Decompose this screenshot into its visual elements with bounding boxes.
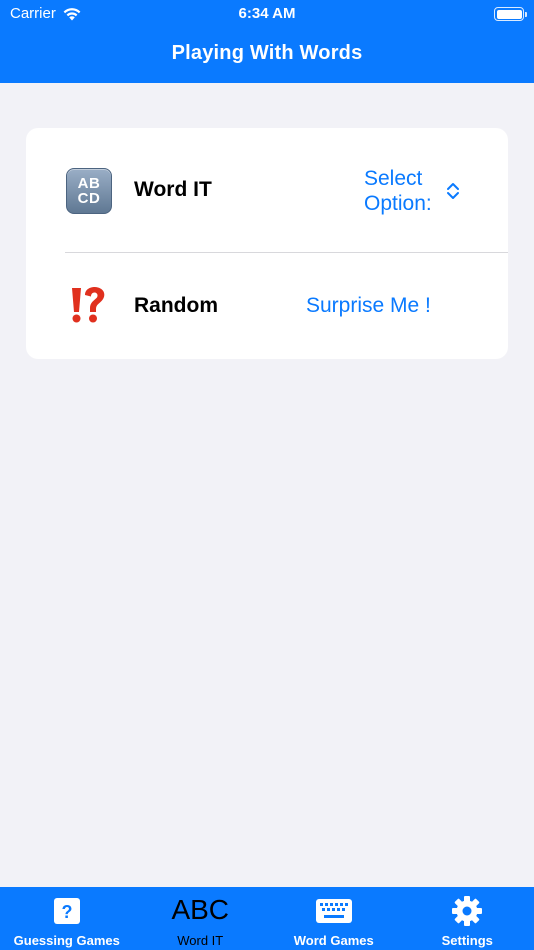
question-icon: ? — [53, 898, 80, 924]
abc-icon: ABC — [171, 894, 230, 925]
row-label-word-it: Word IT — [134, 178, 212, 201]
row-random: Random Surprise Me ! — [26, 253, 508, 359]
svg-text:?: ? — [61, 902, 72, 922]
page-title: Playing With Words — [171, 42, 363, 64]
abcd-icon: AB CD — [66, 168, 112, 214]
top-bar: Carrier 6:34 AM Playing With Words — [0, 0, 534, 83]
row-word-it: AB CD Word IT Select Option: — [26, 128, 508, 253]
battery-icon — [494, 7, 527, 21]
chevron-up-down-icon — [447, 183, 459, 199]
screen: Carrier 6:34 AM Playing With Words AB CD… — [0, 0, 534, 950]
select-option-label: Select Option: — [364, 167, 432, 215]
tab-label-word-it: Word IT — [177, 933, 224, 948]
tab-label-word-games: Word Games — [293, 933, 374, 948]
row-label-random: Random — [134, 294, 218, 317]
gear-icon — [452, 896, 483, 926]
tab-word-games[interactable]: Word Games — [267, 887, 401, 950]
surprise-me-button[interactable]: Surprise Me ! — [306, 294, 431, 318]
keyboard-icon — [315, 899, 352, 923]
tab-settings[interactable]: Settings — [401, 887, 534, 950]
status-bar: Carrier 6:34 AM — [0, 0, 534, 28]
select-option-button[interactable]: Select Option: — [364, 166, 460, 216]
status-time: 6:34 AM — [238, 5, 296, 22]
tab-word-it[interactable]: ABC Word IT — [134, 887, 268, 950]
options-card: AB CD Word IT Select Option: Random Surp… — [26, 128, 508, 359]
tab-label-guessing-games: Guessing Games — [13, 933, 120, 948]
tab-guessing-games[interactable]: ? Guessing Games — [0, 887, 134, 950]
interrobang-icon — [72, 287, 105, 323]
tab-bar: ? Guessing Games ABC Word IT Word Games — [0, 887, 534, 950]
tab-label-settings: Settings — [441, 933, 493, 948]
